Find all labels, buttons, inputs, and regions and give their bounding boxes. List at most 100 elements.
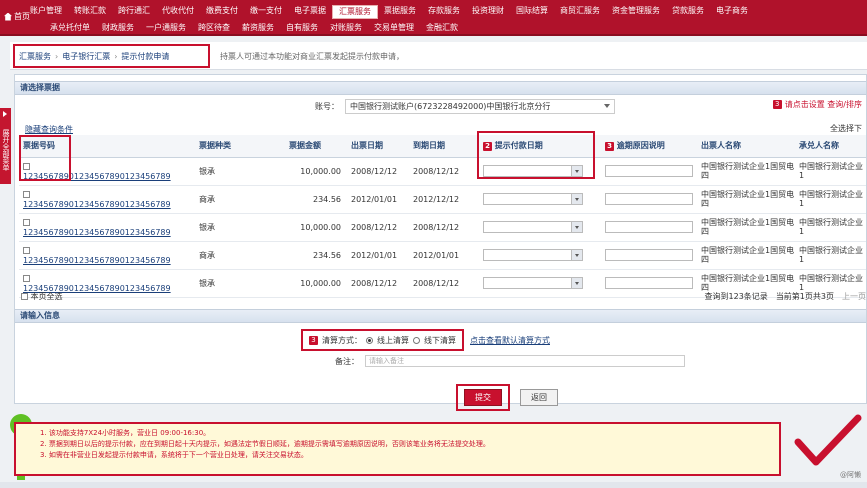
breadcrumb-separator: ›: [55, 51, 59, 61]
hide-conditions-link[interactable]: 隐藏查询条件: [25, 124, 73, 135]
present-date-input[interactable]: [483, 193, 583, 205]
nav-row-primary: 账户管理 转账汇款 跨行通汇 代收代付 缴费支付 缴一支付 电子票据 汇票服务 票据服务 存款服务…: [24, 5, 754, 19]
back-button[interactable]: 返回: [520, 389, 558, 406]
query-sort-link[interactable]: 3 请点击设置 查询/排序: [772, 99, 862, 110]
bill-no-link[interactable]: 12345678901234567890123456789: [23, 200, 195, 209]
calendar-icon[interactable]: [571, 194, 582, 204]
nav-item[interactable]: 自有服务: [280, 22, 324, 34]
drawer-cell: 中国银行测试企业1国贸电四: [697, 241, 795, 270]
bills-table: 票据号码 票据种类 票据金额 出票日期 到期日期 2 提示付款日期 3 逾期原因…: [19, 135, 866, 298]
select-page-checkbox[interactable]: 本页全选: [21, 291, 63, 302]
nav-item[interactable]: 资金管理服务: [606, 5, 666, 19]
calendar-icon[interactable]: [571, 278, 582, 288]
online-settle-label: 线上清算: [377, 335, 409, 345]
overdue-reason-cell: [601, 157, 697, 186]
nav-item[interactable]: 电子票据: [288, 5, 332, 19]
bill-no-cell: 12345678901234567890123456789: [19, 185, 195, 214]
bill-no-cell: 12345678901234567890123456789: [19, 213, 195, 242]
default-settle-link[interactable]: 点击查看默认清算方式: [470, 335, 550, 346]
nav-item[interactable]: 一户通服务: [140, 22, 192, 34]
nav-item[interactable]: 商贸汇服务: [554, 5, 606, 19]
red-checkmark-icon: [794, 414, 862, 466]
overdue-reason-input[interactable]: [605, 277, 693, 289]
nav-item[interactable]: 国际结算: [510, 5, 554, 19]
account-label: 账号：: [315, 102, 339, 111]
row-checkbox[interactable]: [23, 246, 30, 254]
bill-kind-cell: 商承: [195, 185, 285, 214]
settle-method-group: 3 清算方式： 线上清算 线下清算: [301, 329, 464, 351]
nav-item[interactable]: 缴一支付: [244, 5, 288, 19]
bill-no-link[interactable]: 12345678901234567890123456789: [23, 256, 195, 265]
overdue-reason-input[interactable]: [605, 249, 693, 261]
overdue-reason-input[interactable]: [605, 221, 693, 233]
footer-bar: [0, 482, 867, 488]
notice-line-1: 1. 该功能支持7X24小时服务，营业日 09:00-16:30。: [40, 429, 211, 437]
breadcrumb-item-3: 提示付款申请: [121, 51, 170, 61]
checkbox[interactable]: [21, 293, 28, 300]
note-label: 备注：: [335, 356, 359, 366]
issue-date-cell: 2012/01/01: [347, 185, 409, 214]
row-checkbox[interactable]: [23, 274, 30, 282]
calendar-icon[interactable]: [571, 250, 582, 260]
calendar-icon[interactable]: [571, 222, 582, 232]
overdue-reason-input[interactable]: [605, 193, 693, 205]
present-date-cell: [479, 185, 601, 214]
nav-item[interactable]: 对账服务: [324, 22, 368, 34]
notice-box: 1. 该功能支持7X24小时服务，营业日 09:00-16:30。 2. 票据到…: [14, 422, 781, 476]
nav-item[interactable]: 缴费支付: [200, 5, 244, 19]
table-row[interactable]: 12345678901234567890123456789 银承 10,000.00…: [19, 213, 866, 242]
note-row: 备注： 请输入备注: [335, 355, 685, 367]
nav-item[interactable]: 贷款服务: [666, 5, 710, 19]
submit-button[interactable]: 提交: [464, 389, 502, 406]
table-row[interactable]: 12345678901234567890123456789 银承 10,000.00…: [19, 157, 866, 186]
nav-item[interactable]: 承兑托付单: [44, 22, 96, 34]
side-menu-tab[interactable]: 展开全部菜单: [0, 108, 11, 184]
nav-item[interactable]: 交易单管理: [368, 22, 420, 34]
breadcrumb-bar: 汇票服务 › 电子银行汇票 › 提示付款申请 持票人可通过本功能对商业汇票发起提…: [10, 42, 867, 70]
nav-item[interactable]: 代收代付: [156, 5, 200, 19]
acceptor-cell: 中国银行测试企业1: [795, 241, 866, 270]
online-settle-radio[interactable]: [366, 336, 373, 344]
col-overdue-reason: 3 逾期原因说明: [601, 135, 697, 158]
row-checkbox[interactable]: [23, 190, 30, 198]
breadcrumb-item-1[interactable]: 汇票服务: [19, 51, 51, 62]
select-all-link[interactable]: 全选择下: [830, 123, 862, 134]
nav-item[interactable]: 账户管理: [24, 5, 68, 19]
present-date-cell: [479, 241, 601, 270]
account-select[interactable]: 中国银行测试账户(6723228492000)中国银行北京分行: [345, 99, 615, 114]
present-date-input[interactable]: [483, 221, 583, 233]
prev-page-link[interactable]: 上一页: [842, 291, 866, 302]
col-issue-date: 出票日期: [347, 135, 409, 158]
amount-cell: 234.56: [285, 241, 347, 270]
nav-item[interactable]: 转账汇款: [68, 5, 112, 19]
select-page-label: 本页全选: [30, 292, 63, 301]
present-date-input[interactable]: [483, 249, 583, 261]
nav-item[interactable]: 票据服务: [378, 5, 422, 19]
acceptor-cell: 中国银行测试企业1: [795, 213, 866, 242]
nav-item[interactable]: 电子商务: [710, 5, 754, 19]
amount-cell: 10,000.00: [285, 157, 347, 186]
nav-item[interactable]: 投资理财: [466, 5, 510, 19]
nav-item[interactable]: 跨区待查: [192, 22, 236, 34]
row-checkbox[interactable]: [23, 218, 30, 226]
step-badge: 3: [309, 335, 318, 345]
overdue-reason-cell: [601, 185, 697, 214]
note-input[interactable]: 请输入备注: [365, 355, 685, 367]
nav-item[interactable]: 存款服务: [422, 5, 466, 19]
nav-item[interactable]: 汇票服务: [332, 5, 378, 19]
nav-item[interactable]: 金融汇款: [420, 22, 464, 34]
present-date-input[interactable]: [483, 277, 583, 289]
page-tip: 持票人可通过本功能对商业汇票发起提示付款申请，: [220, 52, 404, 61]
nav-item[interactable]: 跨行通汇: [112, 5, 156, 19]
acceptor-cell: 中国银行测试企业1: [795, 157, 866, 186]
issue-date-cell: 2008/12/12: [347, 157, 409, 186]
table-row[interactable]: 12345678901234567890123456789 商承 234.56 201…: [19, 241, 866, 270]
breadcrumb-item-2[interactable]: 电子银行汇票: [62, 51, 110, 62]
bill-no-link[interactable]: 12345678901234567890123456789: [23, 228, 195, 237]
col-drawer: 出票人名称: [697, 135, 795, 158]
offline-settle-radio[interactable]: [413, 336, 420, 344]
overdue-reason-input[interactable]: [605, 165, 693, 177]
nav-item[interactable]: 薪资服务: [236, 22, 280, 34]
nav-item[interactable]: 财政服务: [96, 22, 140, 34]
table-row[interactable]: 12345678901234567890123456789 商承 234.56 201…: [19, 185, 866, 214]
